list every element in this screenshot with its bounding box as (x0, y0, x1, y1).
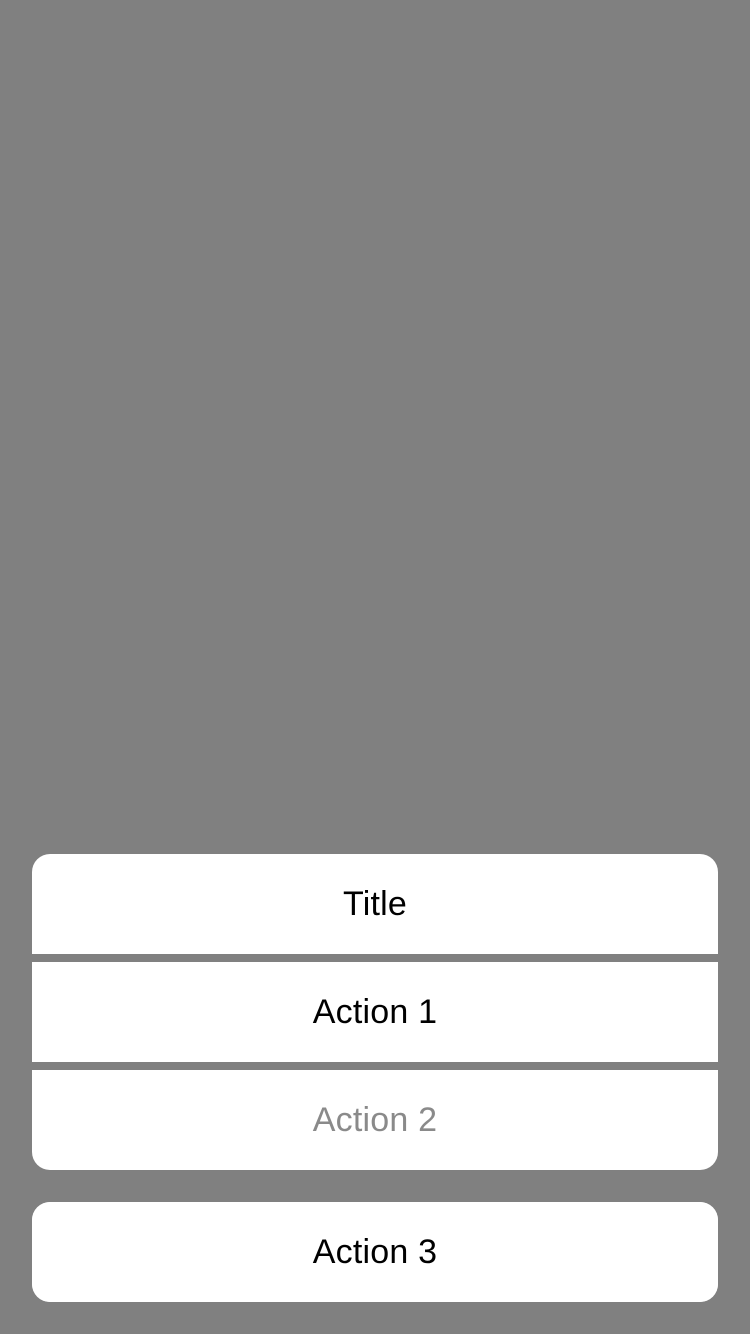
action-1-button[interactable]: Action 1 (32, 962, 718, 1062)
dimmed-backdrop[interactable]: Title Action 1 Action 2 Action 3 (0, 0, 750, 1334)
cancel-action-group: Action 3 (32, 1202, 718, 1302)
action-sheet-title: Title (32, 854, 718, 954)
action-3-button[interactable]: Action 3 (32, 1202, 718, 1302)
action-sheet-group: Title Action 1 Action 2 (32, 854, 718, 1170)
action-2-button[interactable]: Action 2 (32, 1070, 718, 1170)
